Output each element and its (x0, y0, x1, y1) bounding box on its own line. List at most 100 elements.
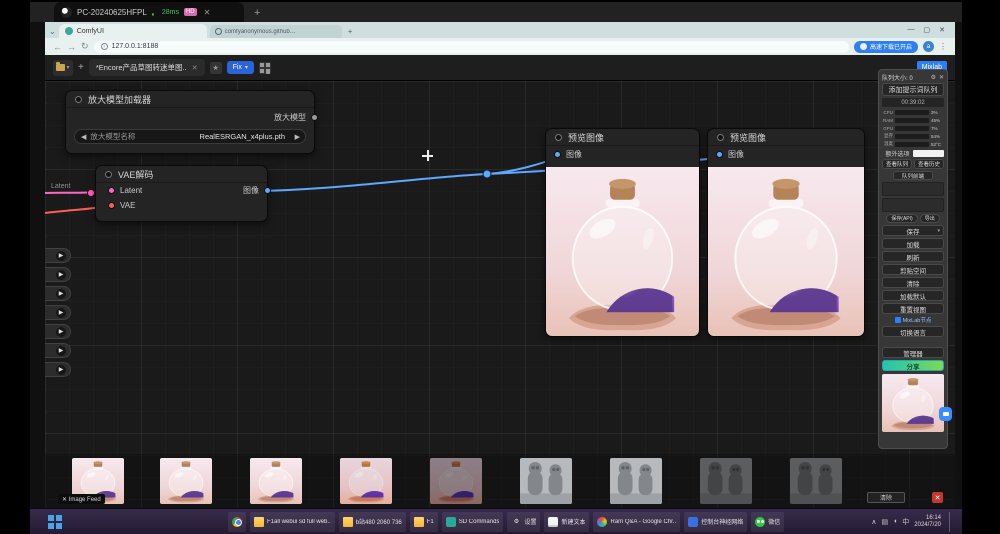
queue-front-button[interactable]: 队列前端 (893, 171, 933, 180)
close-workflow-icon[interactable]: ✕ (192, 64, 198, 72)
browser-menu-icon[interactable]: ⋮ (939, 42, 947, 51)
close-icon[interactable]: ✕ (204, 8, 211, 17)
node-header[interactable]: 预览图像 (708, 129, 864, 146)
node-preview-image-1[interactable]: 预览图像 图像 (545, 128, 700, 337)
node-upscale-model-loader[interactable]: 放大模型加载器 放大模型 ◀ 放大模型名称 RealESRGAN_x4plus.… (65, 90, 315, 154)
site-info-icon[interactable]: i (101, 43, 108, 50)
collapsed-node[interactable]: ▶ (45, 267, 71, 282)
share-button[interactable]: 分享 (882, 360, 944, 371)
extra-options-checkbox[interactable] (913, 150, 944, 157)
input-dot-latent[interactable] (108, 187, 115, 194)
output-slot-upscale-model[interactable]: 放大模型 (66, 108, 314, 126)
workflow-tab[interactable]: *Encore产品草图转迷单图.. ✕ (89, 59, 205, 76)
reload-button[interactable]: ↻ (81, 41, 89, 52)
remote-session-tab[interactable]: PC-20240625HFPL 28ms HD ✕ (54, 2, 244, 22)
node-vae-decode[interactable]: VAE解码 Latent 图像 VAE (95, 165, 268, 222)
view-queue-button[interactable]: 查看队列 (882, 159, 912, 169)
collapsed-node[interactable]: ▶ (45, 305, 71, 320)
browser-tab-comfyui[interactable]: ComfyUI (59, 24, 207, 38)
node-canvas[interactable]: Latent 放大模型加载器 放大模型 ◀ 放大模型名称 RealESRGAN_ (45, 81, 955, 508)
taskbar-clock[interactable]: 16:14 2024/7/20 (914, 515, 941, 529)
clipspace-button[interactable]: 剪贴空间 (882, 264, 944, 275)
model-name-combo-widget[interactable]: ◀ 放大模型名称 RealESRGAN_x4plus.pth ▶ (74, 129, 306, 144)
taskbar-item-wechat[interactable]: 微信 (751, 512, 784, 532)
show-desktop-button[interactable] (949, 512, 952, 532)
output-dot[interactable] (311, 114, 318, 121)
settings-gear-icon[interactable]: ⚙ (931, 74, 936, 81)
clear-button[interactable]: 清除 (882, 277, 944, 288)
browser-tab-secondary[interactable]: comfyanonymous.github… (210, 25, 342, 38)
fix-button[interactable]: Fix ▾ (227, 61, 254, 74)
slot-row-vae[interactable]: VAE (96, 198, 267, 213)
collapse-dot-icon[interactable] (75, 96, 82, 103)
tray-volume-icon[interactable]: ◖ (893, 518, 897, 525)
tab-search-icon[interactable]: ⌄ (49, 27, 56, 36)
reset-view-button[interactable]: 重置视图 (882, 303, 944, 314)
view-history-button[interactable]: 查看历史 (914, 159, 944, 169)
load-default-button[interactable]: 加载默认 (882, 290, 944, 301)
download-extension-button[interactable]: 高速下载已开启 (854, 41, 918, 53)
feed-thumbnail[interactable] (430, 458, 482, 504)
minimize-button[interactable]: — (908, 26, 915, 34)
save-api-button[interactable]: 保存(API) (886, 214, 917, 223)
workflow-folder-button[interactable]: ▾ (53, 60, 73, 76)
next-value-icon[interactable]: ▶ (295, 133, 300, 141)
slot-row-latent-image[interactable]: Latent 图像 (96, 183, 267, 198)
collapsed-node[interactable]: ▶ (45, 324, 71, 339)
tray-expand-icon[interactable]: ∧ (871, 518, 876, 526)
feed-clear-button[interactable]: 清除 (867, 492, 905, 503)
new-workflow-button[interactable]: + (78, 62, 84, 73)
collapsed-node[interactable]: ▶ (45, 343, 71, 358)
feed-thumbnail[interactable] (250, 458, 302, 504)
bookmark-icon[interactable]: ★ (210, 62, 222, 74)
output-dot-image[interactable] (264, 187, 271, 194)
taskbar-item-folder3[interactable]: F1 (410, 512, 438, 532)
feed-thumbnail[interactable] (340, 458, 392, 504)
latest-output-thumbnail[interactable] (882, 374, 944, 432)
switch-locale-button[interactable]: 切换语言 (882, 326, 944, 337)
caret-down-icon[interactable]: ▾ (937, 228, 940, 234)
collapsed-node[interactable]: ▶ (45, 248, 71, 263)
node-preview-image-2[interactable]: 预览图像 图像 (707, 128, 865, 337)
tray-network-icon[interactable]: ▤ (881, 518, 888, 526)
collapse-dot-icon[interactable] (717, 134, 724, 141)
export-button[interactable]: 导出 (920, 214, 940, 223)
taskbar-item-settings[interactable]: ⚙设置 (507, 512, 540, 532)
save-button[interactable]: 保存▾ (882, 225, 944, 236)
image-feed-toggle[interactable]: ✕ Image Feed (58, 494, 105, 504)
refresh-button[interactable]: 刷新 (882, 251, 944, 262)
chat-bubble-button[interactable] (939, 407, 952, 421)
collapse-dot-icon[interactable] (105, 171, 112, 178)
start-button[interactable] (48, 515, 62, 529)
taskbar-item-notepad[interactable]: 新建文本 (544, 512, 589, 532)
new-tab-button[interactable]: + (348, 27, 353, 36)
manager-button[interactable]: 管理器 (882, 347, 944, 358)
node-header[interactable]: 预览图像 (546, 129, 699, 146)
taskbar-item-folder1[interactable]: F1all webui sd full web.. (250, 512, 335, 532)
close-panel-icon[interactable]: ✕ (939, 74, 944, 81)
taskbar-item-console[interactable]: 控制台神经网络 (684, 512, 747, 532)
maximize-button[interactable]: ▢ (924, 26, 931, 34)
feed-thumbnail[interactable] (790, 458, 842, 504)
queue-prompt-button[interactable]: 添加提示词队列 (882, 83, 944, 96)
taskbar-item-browser-window[interactable]: Ram Q&A - Google Chr.. (593, 512, 680, 532)
collapsed-node[interactable]: ▶ (45, 362, 71, 377)
feed-thumbnail[interactable] (520, 458, 572, 504)
profile-avatar[interactable]: a (923, 41, 934, 52)
layout-grid-icon[interactable] (259, 62, 271, 74)
feed-close-button[interactable]: ✕ (932, 492, 943, 503)
input-dot-image[interactable] (716, 151, 723, 158)
input-dot-image[interactable] (554, 151, 561, 158)
collapsed-node[interactable]: ▶ (45, 286, 71, 301)
close-button[interactable]: ✕ (939, 26, 945, 34)
new-session-button[interactable]: + (254, 7, 260, 19)
taskbar-item-commands[interactable]: SD Commands (442, 512, 504, 532)
forward-button[interactable]: → (67, 42, 76, 52)
input-dot-vae[interactable] (108, 202, 115, 209)
slot-row-image[interactable]: 图像 (708, 146, 864, 162)
node-header[interactable]: 放大模型加载器 (66, 91, 314, 108)
taskbar-item-chrome[interactable] (228, 512, 246, 532)
back-button[interactable]: ← (53, 42, 62, 52)
feed-thumbnail[interactable] (610, 458, 662, 504)
collapse-dot-icon[interactable] (555, 134, 562, 141)
